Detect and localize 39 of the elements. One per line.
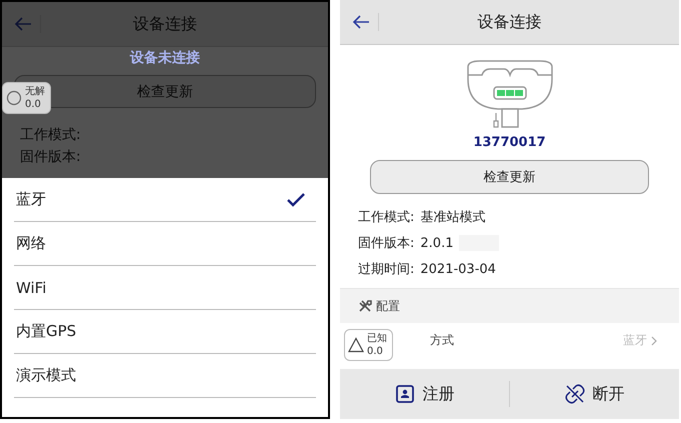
menu-item[interactable]: 内置GPS — [14, 310, 316, 354]
menu-item[interactable]: WiFi — [14, 266, 316, 310]
register-button[interactable]: 注册 — [340, 374, 509, 414]
serial-number: 13770017 — [472, 135, 547, 150]
setting-label: 方式 — [430, 332, 454, 349]
menu-item[interactable]: 蓝牙 — [14, 178, 316, 222]
badge-label: 无解 — [25, 85, 45, 98]
back-arrow-icon[interactable] — [352, 15, 370, 29]
field-value: 2.0.1 — [420, 236, 454, 250]
field-label: 固件版本: — [20, 148, 81, 166]
menu-item-label: 蓝牙 — [16, 190, 46, 209]
id-card-icon — [394, 384, 414, 404]
circle-icon — [6, 90, 22, 106]
menu-item[interactable]: 演示模式 — [14, 354, 316, 398]
check-update-button[interactable]: 检查更新 — [370, 160, 649, 194]
field-value: 2021-03-04 — [420, 262, 496, 276]
screen-title: 设备连接 — [133, 14, 197, 34]
status-text: 设备未连接 — [130, 49, 200, 67]
menu-item-label: 演示模式 — [16, 366, 76, 385]
badge-value: 0.0 — [25, 98, 42, 111]
menu-item-label: 内置GPS — [16, 322, 76, 341]
setting-value: 蓝牙 — [623, 332, 647, 349]
disconnect-button[interactable]: 断开 — [510, 374, 679, 414]
screen-title: 设备连接 — [478, 12, 542, 32]
field-label: 工作模式: — [20, 126, 81, 144]
field-label: 固件版本: — [358, 235, 414, 252]
menu-item[interactable]: 网络 — [14, 222, 316, 266]
chevron-icon — [651, 336, 657, 346]
broken-link-icon — [564, 384, 584, 404]
menu-item-label: WiFi — [16, 278, 46, 296]
field-label: 过期时间: — [358, 261, 414, 278]
badge-value: 0.0 — [367, 345, 384, 358]
triangle-icon — [348, 337, 364, 353]
menu-item-label: 网络 — [16, 234, 46, 253]
section-title: 配置 — [376, 298, 400, 314]
badge-label: 已知 — [367, 332, 387, 345]
field-label: 工作模式: — [358, 209, 414, 226]
field-value: 基准站模式 — [420, 209, 486, 226]
tools-icon — [358, 299, 372, 313]
